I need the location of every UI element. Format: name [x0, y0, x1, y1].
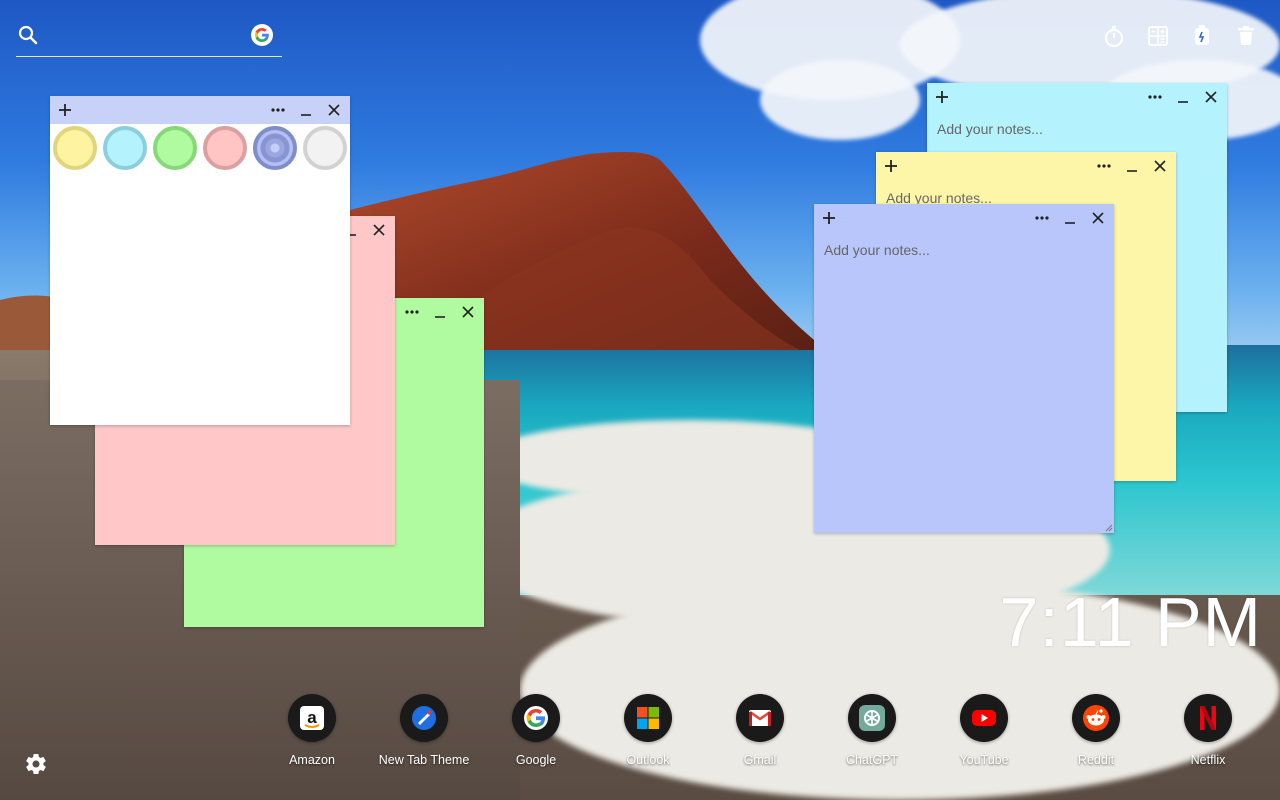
close-icon[interactable]: [371, 220, 387, 240]
dock-shortcut-label: Amazon: [289, 753, 335, 767]
youtube-icon[interactable]: [960, 694, 1008, 742]
color-swatch-yellow[interactable]: [53, 126, 97, 170]
settings-gear-icon[interactable]: [24, 752, 48, 776]
dock-shortcut-chatgpt[interactable]: ChatGPT: [816, 694, 928, 767]
dock-shortcut-label: Google: [515, 753, 557, 767]
color-picker: [50, 124, 350, 174]
dock-shortcut-reddit[interactable]: Reddit: [1040, 694, 1152, 767]
note-actions: [1096, 156, 1168, 176]
search-bar: [16, 22, 282, 57]
dock-shortcut-label: Reddit: [1077, 753, 1115, 767]
note-actions: [1147, 87, 1219, 107]
new-tab-theme-icon[interactable]: [400, 694, 448, 742]
note-header: [50, 96, 350, 124]
sticky-note-blue[interactable]: [814, 204, 1114, 533]
search-input[interactable]: [50, 24, 249, 50]
color-swatch-pink[interactable]: [203, 126, 247, 170]
more-options-icon[interactable]: [1147, 87, 1163, 107]
svg-text:a: a: [307, 708, 317, 727]
more-options-icon[interactable]: [404, 302, 420, 322]
chatgpt-icon[interactable]: [848, 694, 896, 742]
trash-icon[interactable]: [1234, 24, 1258, 48]
calculator-icon[interactable]: [1146, 24, 1170, 48]
minimize-icon[interactable]: [1124, 156, 1140, 176]
note-header: [814, 204, 1114, 232]
close-icon[interactable]: [1152, 156, 1168, 176]
note-header: [876, 152, 1176, 180]
more-options-icon[interactable]: [270, 100, 286, 120]
clock-time: 7:11 PM: [999, 583, 1262, 661]
add-note-icon[interactable]: [822, 208, 838, 228]
resize-handle-icon[interactable]: [1105, 524, 1113, 532]
minimize-icon[interactable]: [1062, 208, 1078, 228]
close-icon[interactable]: [1090, 208, 1106, 228]
dock-shortcut-label: Outlook: [626, 753, 670, 767]
dock-shortcut-netflix[interactable]: Netflix: [1152, 694, 1264, 767]
timer-icon[interactable]: [1102, 24, 1126, 48]
dock-shortcut-label: Netflix: [1190, 753, 1226, 767]
dock-shortcut-amazon[interactable]: a Amazon: [256, 694, 368, 767]
color-swatch-cyan[interactable]: [103, 126, 147, 170]
dock-shortcut-google[interactable]: Google: [480, 694, 592, 767]
add-note-icon[interactable]: [58, 100, 74, 120]
note-text-area[interactable]: [822, 240, 1106, 525]
search-icon[interactable]: [18, 25, 38, 45]
minimize-icon[interactable]: [298, 100, 314, 120]
dock-shortcut-gmail[interactable]: Gmail: [704, 694, 816, 767]
note-header: [927, 83, 1227, 111]
note-actions: [270, 100, 342, 120]
color-swatch-green[interactable]: [153, 126, 197, 170]
dock-shortcut-label: YouTube: [959, 753, 1009, 767]
note-actions: [404, 302, 476, 322]
color-swatch-white[interactable]: [303, 126, 347, 170]
color-swatch-blue[interactable]: [253, 126, 297, 170]
minimize-icon[interactable]: [1175, 87, 1191, 107]
dock-shortcut-outlook[interactable]: Outlook: [592, 694, 704, 767]
google-icon[interactable]: [512, 694, 560, 742]
dock-shortcut-youtube[interactable]: YouTube: [928, 694, 1040, 767]
shortcut-dock: a Amazon New Tab Theme Google Outlook Gmail Ch…: [256, 694, 1256, 774]
add-note-icon[interactable]: [884, 156, 900, 176]
dock-shortcut-new-tab-theme[interactable]: New Tab Theme: [368, 694, 480, 767]
dock-shortcut-label: ChatGPT: [845, 753, 899, 767]
cloud: [760, 60, 920, 140]
sticky-note-white[interactable]: [50, 96, 350, 425]
top-toolbar: [1102, 24, 1258, 48]
close-icon[interactable]: [460, 302, 476, 322]
amazon-icon[interactable]: a: [288, 694, 336, 742]
dock-shortcut-label: New Tab Theme: [378, 753, 470, 767]
google-search-engine-icon[interactable]: [251, 24, 273, 46]
dock-shortcut-label: Gmail: [743, 753, 777, 767]
reddit-icon[interactable]: [1072, 694, 1120, 742]
close-icon[interactable]: [326, 100, 342, 120]
more-options-icon[interactable]: [1096, 156, 1112, 176]
minimize-icon[interactable]: [432, 302, 448, 322]
stopwatch-icon[interactable]: [1190, 24, 1214, 48]
add-note-icon[interactable]: [935, 87, 951, 107]
more-options-icon[interactable]: [1034, 208, 1050, 228]
note-actions: [1034, 208, 1106, 228]
close-icon[interactable]: [1203, 87, 1219, 107]
outlook-icon[interactable]: [624, 694, 672, 742]
netflix-icon[interactable]: [1184, 694, 1232, 742]
gmail-icon[interactable]: [736, 694, 784, 742]
